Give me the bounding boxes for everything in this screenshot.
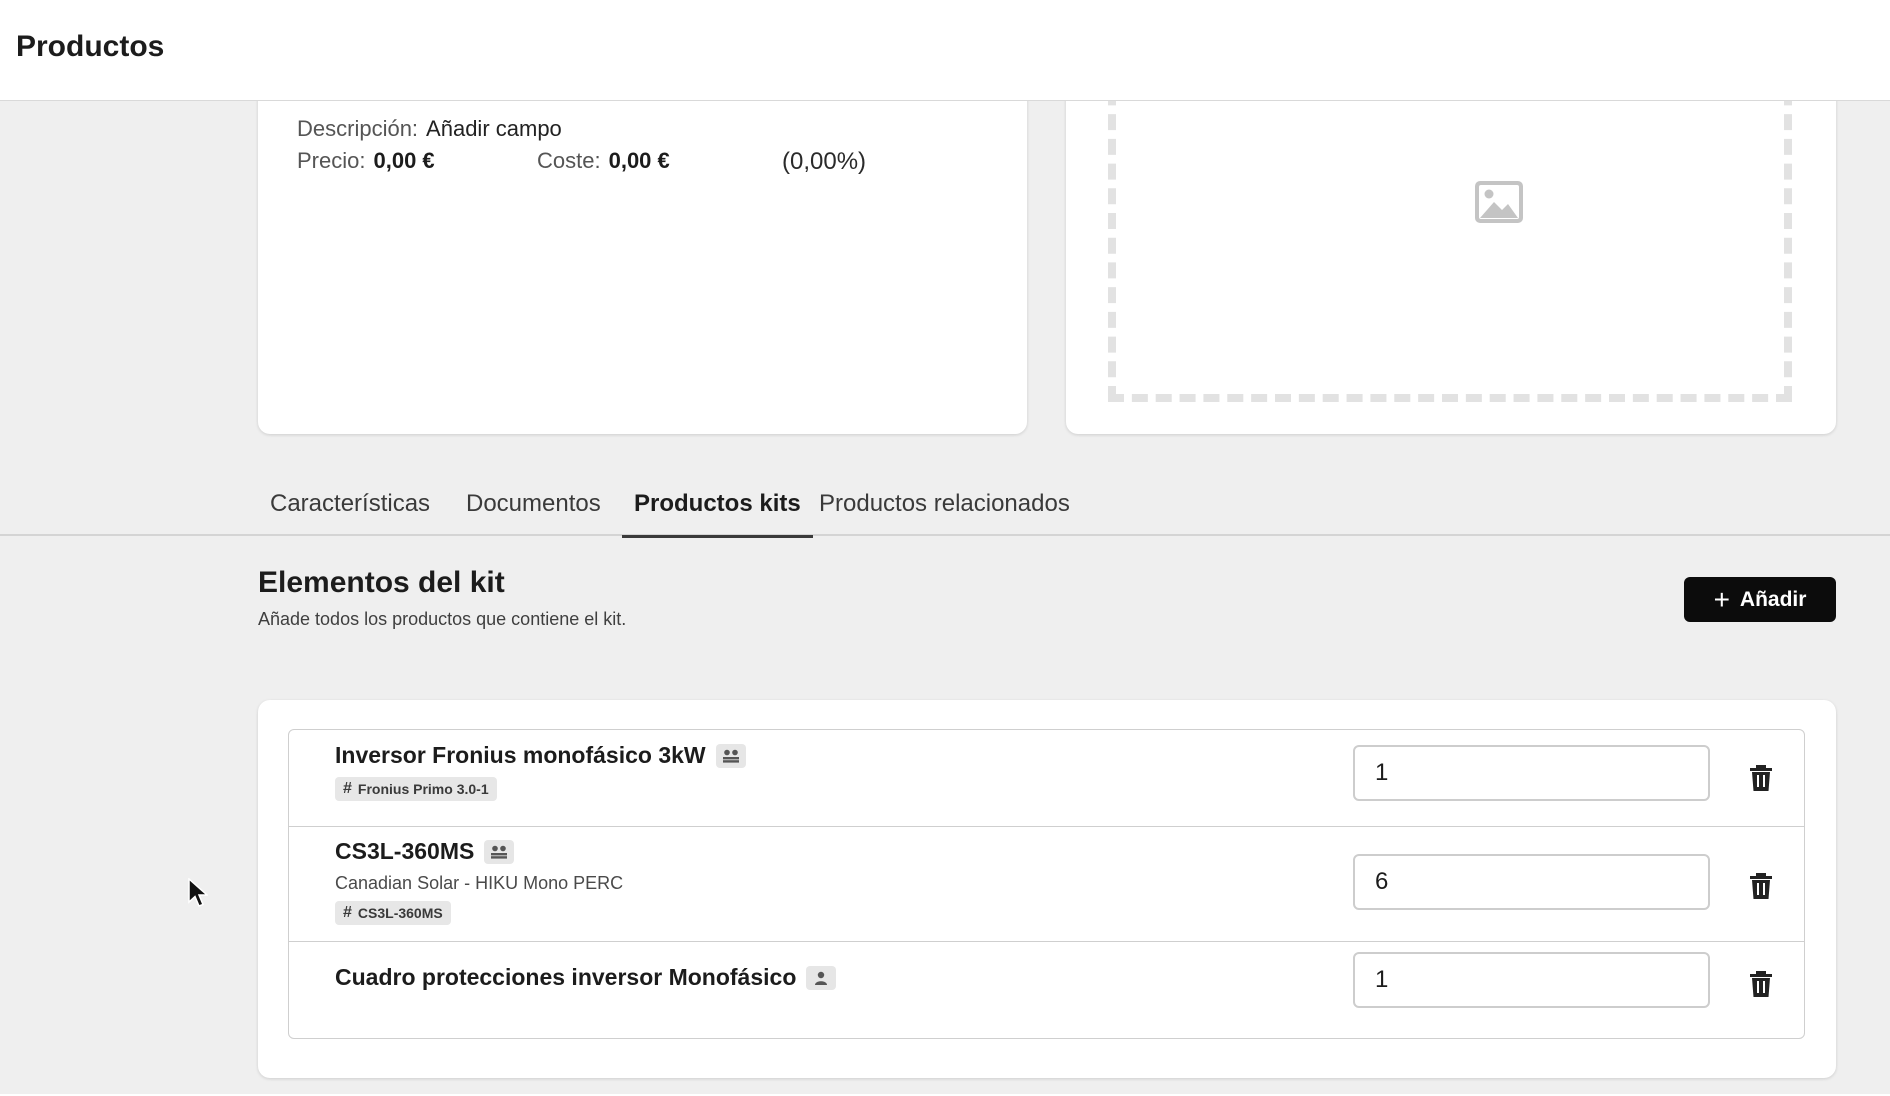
kit-section-title: Elementos del kit <box>258 566 505 599</box>
page-title: Productos <box>16 30 165 63</box>
group-icon <box>484 839 515 864</box>
kit-item-name-wrap: CS3L-360MS <box>335 838 515 865</box>
kit-items-card: Inversor Fronius monofásico 3kW # Froniu… <box>258 700 1836 1078</box>
tab-productos-kits[interactable]: Productos kits <box>622 490 813 538</box>
description-label: Descripción: <box>297 116 419 141</box>
kit-item-name-wrap: Inversor Fronius monofásico 3kW <box>335 742 746 769</box>
hash-icon: # <box>343 780 352 797</box>
product-info-card: Descripción: Añadir campo Precio: 0,00 € C… <box>258 60 1027 434</box>
product-image-card <box>1066 40 1836 434</box>
price-label: Precio: <box>297 148 366 173</box>
tab-bar: Características Documentos Productos kit… <box>0 486 1890 538</box>
quantity-input[interactable] <box>1353 952 1710 1008</box>
kit-item-name: CS3L-360MS <box>335 838 475 864</box>
description-add-field-link[interactable]: Añadir campo <box>426 116 562 141</box>
plus-icon: + <box>1713 583 1730 615</box>
margin-percentage: (0,00%) <box>782 148 867 175</box>
trash-icon[interactable] <box>1749 971 1773 997</box>
cost-value: 0,00 € <box>608 148 670 173</box>
cost-label: Coste: <box>537 148 601 173</box>
cost-group: Coste: 0,00 € <box>537 148 670 174</box>
tab-productos-relacionados[interactable]: Productos relacionados <box>807 490 1082 534</box>
kit-item-name: Cuadro protecciones inversor Monofásico <box>335 964 797 990</box>
list-item: Cuadro protecciones inversor Monofásico <box>289 942 1804 1038</box>
reference-value: Fronius Primo 3.0-1 <box>357 781 489 797</box>
quantity-input[interactable] <box>1353 745 1710 801</box>
tab-documentos[interactable]: Documentos <box>454 490 613 534</box>
quantity-input[interactable] <box>1353 854 1710 910</box>
reference-value: CS3L-360MS <box>357 905 443 921</box>
hash-icon: # <box>343 904 352 921</box>
trash-icon[interactable] <box>1749 873 1773 899</box>
reference-tag: # CS3L-360MS <box>335 901 451 925</box>
list-item: Inversor Fronius monofásico 3kW # Froniu… <box>289 730 1804 827</box>
tab-caracteristicas[interactable]: Características <box>258 490 442 534</box>
price-value: 0,00 € <box>373 148 435 173</box>
top-bar: Productos <box>0 0 1890 101</box>
image-icon <box>1475 181 1523 223</box>
price-row: Precio: 0,00 € Coste: 0,00 € (0,00%) <box>297 148 866 175</box>
reference-tag: # Fronius Primo 3.0-1 <box>335 777 497 801</box>
list-item: CS3L-360MS Canadian Solar - HIKU Mono PE… <box>289 827 1804 942</box>
person-icon <box>806 965 837 990</box>
mouse-cursor-icon <box>188 878 208 907</box>
description-row: Descripción: Añadir campo <box>297 116 562 142</box>
kit-item-subtitle: Canadian Solar - HIKU Mono PERC <box>335 873 624 893</box>
kit-section-subtitle: Añade todos los productos que contiene e… <box>258 609 627 629</box>
add-kit-item-button[interactable]: + Añadir <box>1684 577 1836 622</box>
group-icon <box>715 743 746 768</box>
kit-item-name-wrap: Cuadro protecciones inversor Monofásico <box>335 964 837 991</box>
add-button-label: Añadir <box>1739 587 1807 611</box>
kit-items-list: Inversor Fronius monofásico 3kW # Froniu… <box>288 729 1805 1039</box>
kit-item-name: Inversor Fronius monofásico 3kW <box>335 742 706 768</box>
trash-icon[interactable] <box>1749 765 1773 791</box>
